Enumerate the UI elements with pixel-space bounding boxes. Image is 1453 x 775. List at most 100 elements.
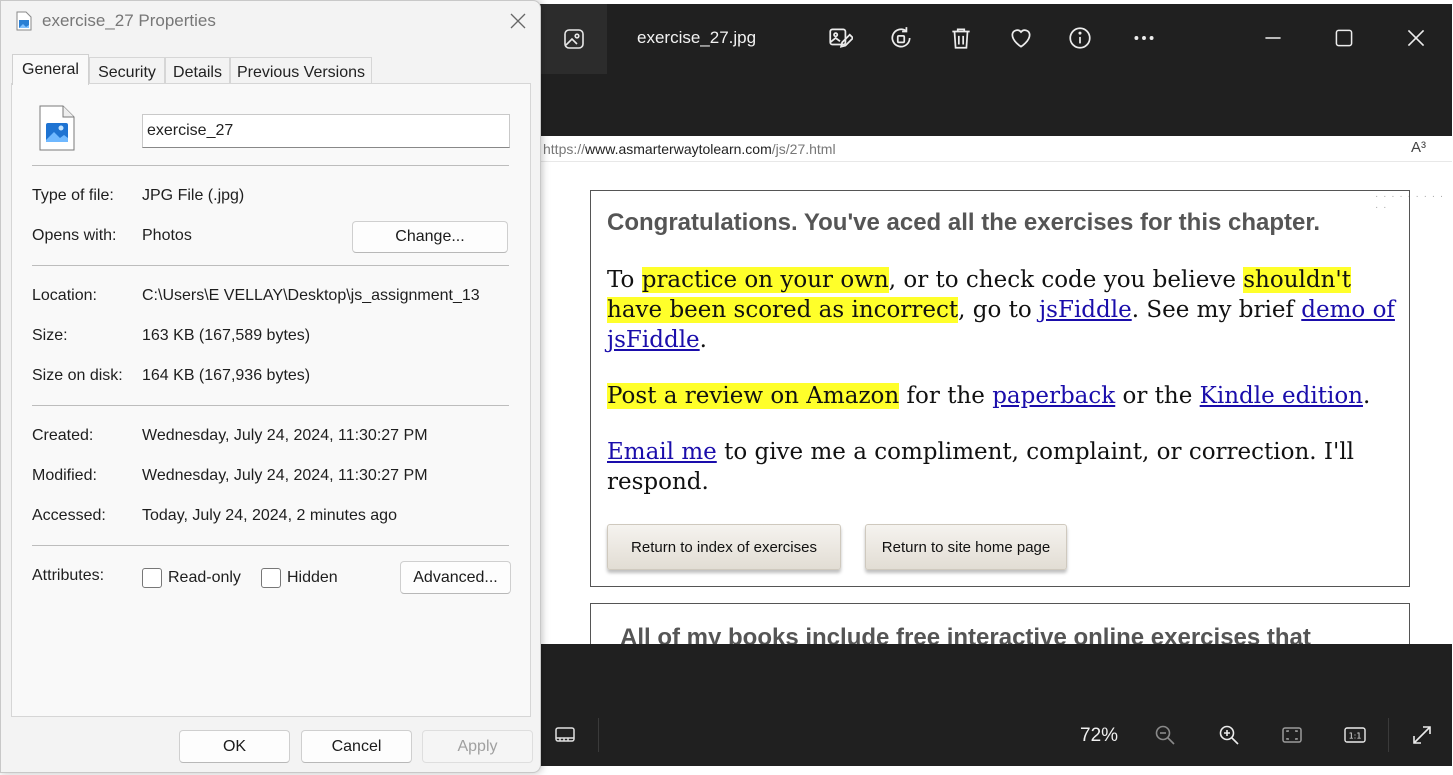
actual-size-icon: 1:1 xyxy=(1344,727,1366,743)
more-icon xyxy=(1134,36,1154,40)
location-value: C:\Users\E VELLAY\Desktop\js_assignment_… xyxy=(142,287,480,304)
hidden-checkbox-box[interactable] xyxy=(261,568,281,588)
books-text: All of my books include free interactive… xyxy=(620,624,1311,644)
read-aloud-icon: A³ xyxy=(1411,139,1426,156)
gallery-button[interactable] xyxy=(540,4,607,74)
zoom-level: 72% xyxy=(1080,725,1119,746)
hidden-checkbox[interactable]: Hidden xyxy=(261,568,338,588)
filmstrip-icon xyxy=(555,727,575,742)
cancel-button[interactable]: Cancel xyxy=(301,730,412,763)
location-label: Location: xyxy=(32,287,97,304)
advanced-button[interactable]: Advanced... xyxy=(400,561,511,594)
close-icon xyxy=(510,13,526,29)
readonly-checkbox[interactable]: Read-only xyxy=(142,568,241,588)
paperback-link: paperback xyxy=(992,383,1116,409)
created-value: Wednesday, July 24, 2024, 11:30:27 PM xyxy=(142,427,428,444)
fullscreen-icon xyxy=(1413,726,1431,744)
viewer-bottom-bar: 72% 1:1 xyxy=(540,704,1452,766)
viewer-file-title: exercise_27.jpg xyxy=(637,28,757,47)
zoom-in-button[interactable] xyxy=(1215,721,1243,749)
photos-viewer-window: exercise_27.jpg https://www.asmarterwayt… xyxy=(540,4,1452,766)
image-url-bar: https://www.asmarterwaytolearn.com/js/27… xyxy=(540,136,1452,162)
minimize-icon xyxy=(1265,37,1281,39)
bottom-separator xyxy=(598,718,599,752)
fit-to-window-icon xyxy=(1282,727,1302,743)
tab-previous-versions[interactable]: Previous Versions xyxy=(230,57,372,84)
actual-size-button[interactable]: 1:1 xyxy=(1341,721,1369,749)
dialog-title: exercise_27 Properties xyxy=(42,11,216,30)
edit-image-icon xyxy=(829,28,853,48)
zoom-out-icon xyxy=(1155,725,1175,745)
svg-text:1:1: 1:1 xyxy=(1349,732,1362,741)
jpg-file-large-icon xyxy=(39,105,75,151)
edit-image-button[interactable] xyxy=(825,23,855,53)
divider xyxy=(32,265,509,266)
dialog-close-button[interactable] xyxy=(503,7,533,35)
divider xyxy=(32,405,509,406)
delete-icon xyxy=(952,28,970,49)
info-icon xyxy=(1069,27,1091,49)
divider xyxy=(32,165,509,166)
image-canvas[interactable]: https://www.asmarterwaytolearn.com/js/27… xyxy=(540,136,1452,644)
type-value: JPG File (.jpg) xyxy=(142,187,245,204)
opens-with-value: Photos xyxy=(142,227,192,244)
size-on-disk-value: 164 KB (167,936 bytes) xyxy=(142,367,311,384)
favorite-heart-icon xyxy=(1011,29,1031,48)
ok-button[interactable]: OK xyxy=(179,730,290,763)
tab-general[interactable]: General xyxy=(12,54,89,85)
readonly-checkbox-label: Read-only xyxy=(168,569,241,586)
email-paragraph: Email me to give me a compliment, compla… xyxy=(607,439,1355,495)
zoom-out-button[interactable] xyxy=(1151,721,1179,749)
tab-security[interactable]: Security xyxy=(89,57,165,84)
books-box: All of my books include free interactive… xyxy=(590,603,1410,644)
readonly-checkbox-box[interactable] xyxy=(142,568,162,588)
opens-with-label: Opens with: xyxy=(32,227,117,244)
email-link: Email me xyxy=(607,439,717,465)
minimize-button[interactable] xyxy=(1258,23,1288,53)
file-name-input[interactable] xyxy=(142,114,510,148)
maximize-button[interactable] xyxy=(1329,23,1359,53)
zoom-in-icon xyxy=(1219,725,1239,745)
maximize-icon xyxy=(1335,29,1353,47)
attributes-label: Attributes: xyxy=(32,567,105,584)
general-tab-panel: Type of file: JPG File (.jpg) Opens with… xyxy=(11,83,531,717)
close-icon xyxy=(1407,29,1425,47)
rotate-button[interactable] xyxy=(886,23,916,53)
divider xyxy=(32,545,509,546)
practice-paragraph: To practice on your own, or to check cod… xyxy=(607,267,1395,353)
bottom-separator xyxy=(1388,718,1389,752)
gallery-icon xyxy=(563,29,584,49)
size-value: 163 KB (167,589 bytes) xyxy=(142,327,311,344)
apply-button[interactable]: Apply xyxy=(422,730,533,763)
return-home-button: Return to site home page xyxy=(865,524,1067,570)
more-options-button[interactable] xyxy=(1129,23,1159,53)
size-label: Size: xyxy=(32,327,68,344)
image-url: https://www.asmarterwaytolearn.com/js/27… xyxy=(543,141,836,157)
jsfiddle-link: jsFiddle xyxy=(1039,297,1132,323)
fullscreen-button[interactable] xyxy=(1408,721,1436,749)
fit-window-button[interactable] xyxy=(1278,721,1306,749)
change-button[interactable]: Change... xyxy=(352,221,508,253)
kindle-link: Kindle edition xyxy=(1199,383,1363,409)
review-paragraph: Post a review on Amazon for the paperbac… xyxy=(607,383,1371,409)
congrats-heading: Congratulations. You've aced all the exe… xyxy=(607,209,1321,236)
properties-dialog: exercise_27 Properties General Security … xyxy=(0,0,541,773)
delete-button[interactable] xyxy=(946,23,976,53)
tab-details[interactable]: Details xyxy=(165,57,230,84)
modified-value: Wednesday, July 24, 2024, 11:30:27 PM xyxy=(142,467,428,484)
return-index-button: Return to index of exercises xyxy=(607,524,841,570)
info-button[interactable] xyxy=(1065,23,1095,53)
created-label: Created: xyxy=(32,427,94,444)
jpg-file-icon xyxy=(16,11,32,31)
size-on-disk-label: Size on disk: xyxy=(32,367,123,384)
hidden-checkbox-label: Hidden xyxy=(287,569,338,586)
viewer-toolbar: exercise_27.jpg xyxy=(540,4,1452,74)
type-label: Type of file: xyxy=(32,187,114,204)
accessed-value: Today, July 24, 2024, 2 minutes ago xyxy=(142,507,397,524)
modified-label: Modified: xyxy=(32,467,97,484)
filmstrip-button[interactable] xyxy=(551,721,579,749)
rotate-icon xyxy=(891,27,911,48)
exercise-complete-box: Congratulations. You've aced all the exe… xyxy=(590,190,1410,587)
favorite-button[interactable] xyxy=(1006,23,1036,53)
close-window-button[interactable] xyxy=(1401,23,1431,53)
